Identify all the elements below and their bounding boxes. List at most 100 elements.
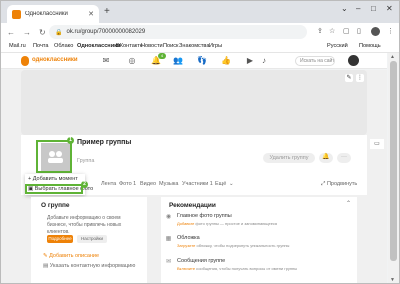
scroll-up-icon[interactable]: ▲	[390, 54, 395, 60]
new-tab-button[interactable]: +	[104, 6, 110, 17]
ok-logo-text[interactable]: одноклассники	[32, 57, 78, 63]
profile-avatar[interactable]	[371, 27, 380, 36]
bookmark-cloud[interactable]: Облако	[54, 43, 73, 49]
messages-icon[interactable]: ✉	[101, 56, 111, 66]
bookmark-news[interactable]: Новости	[141, 43, 163, 49]
maximize-button[interactable]: □	[371, 4, 376, 13]
rec-main-photo-title[interactable]: Главное фото группы	[177, 213, 232, 219]
add-description-label: Добавить описание	[49, 253, 100, 259]
rec-messages-title[interactable]: Сообщения группе	[177, 258, 225, 264]
bookmark-search[interactable]: Поиск	[163, 43, 179, 49]
annotation-1: 1	[67, 137, 74, 144]
group-more-button[interactable]: ···	[337, 153, 351, 163]
group-type: Группа	[77, 158, 95, 164]
menu-add-moment[interactable]: + Добавить момент	[28, 176, 78, 182]
group-action-button[interactable]: Удалить группу	[263, 153, 315, 163]
recommendations-title: Рекомендации	[169, 202, 216, 209]
rec-cover-desc: Загрузите обложку, чтобы подчеркнуть уни…	[177, 243, 289, 248]
rec-messages-desc: Включите сообщения, чтобы получать вопро…	[177, 266, 297, 271]
friends-icon[interactable]: 👥	[173, 56, 183, 66]
about-title: О группе	[41, 202, 70, 209]
cover-edit-icon[interactable]: ✎	[345, 74, 353, 82]
discussions-icon[interactable]: ◎	[127, 56, 137, 66]
cover-menu-icon[interactable]: ⋮	[356, 74, 364, 82]
group-name: Пример группы	[77, 139, 132, 146]
promote-link[interactable]: ⤢ Продвинуть	[321, 181, 357, 188]
ok-header: одноклассники ✉ ◎ 🔔 4 👥 👣 👍 ▶ ♪ Искать н…	[1, 53, 387, 69]
back-icon[interactable]: ←	[7, 28, 15, 37]
user-avatar[interactable]	[348, 55, 359, 66]
rec-cover-desc-text: обложку, чтобы подчеркнуть уникальность …	[195, 243, 290, 248]
minimize-button[interactable]: –	[356, 4, 360, 13]
close-window-button[interactable]: ✕	[386, 4, 393, 13]
bookmarks-bar: Mail.ru Почта Облако Одноклассники ВКонт…	[1, 41, 399, 53]
promote-label: Продвинуть	[326, 181, 358, 187]
add-description-link[interactable]: ✎ Добавить описание	[43, 253, 99, 259]
scroll-down-icon[interactable]: ▼	[390, 277, 395, 283]
rec-messages-desc-text: сообщения, чтобы получать вопросы от име…	[195, 266, 298, 271]
language-select[interactable]: Русский	[327, 43, 348, 49]
browser-window: Одноклассники ✕ + ⌄ – □ ✕ ← → ↻ 🔒 ok.ru/…	[0, 0, 400, 284]
highlight-menu-item	[25, 184, 83, 194]
message-icon: ✉	[165, 259, 172, 265]
bookmark-vk[interactable]: ВКонтакте	[116, 43, 143, 49]
about-text: Добавьте информацию о своем бизнесе, что…	[47, 215, 122, 235]
site-search-input[interactable]: Искать на сайте	[295, 56, 335, 66]
bookmark-mailru[interactable]: Mail.ru	[9, 43, 26, 49]
cover-icon: ▦	[165, 236, 172, 242]
add-contacts-label: Указать контактную информацию	[49, 263, 136, 269]
notifications-badge: 4	[158, 53, 166, 59]
tab-music[interactable]: Музыка	[159, 181, 178, 187]
bookmark-mail[interactable]: Почта	[33, 43, 49, 49]
about-details-button[interactable]: Подробнее	[47, 235, 73, 243]
star-icon[interactable]: ☆	[329, 27, 335, 35]
rec-main-photo-desc: Добавьте фото группы — простое и запомин…	[177, 221, 277, 226]
address-bar[interactable]: 🔒 ok.ru/group/70000000082029	[49, 25, 307, 39]
tab-strip: Одноклассники ✕ + ⌄ – □ ✕	[1, 1, 399, 23]
tab-more[interactable]: Ещё	[215, 181, 226, 187]
add-contacts-link[interactable]: ▤ Указать контактную информацию	[43, 263, 135, 269]
rec-main-photo-action[interactable]: Добавьте	[177, 221, 194, 226]
bookmark-games[interactable]: Игры	[209, 43, 222, 49]
extensions-icon[interactable]: ▢	[343, 27, 350, 35]
tab-feed[interactable]: Лента	[101, 181, 116, 187]
tab-more-chevron-icon[interactable]: ⌄	[229, 181, 234, 187]
tab-photos[interactable]: Фото 1	[119, 181, 136, 187]
likes-icon[interactable]: 👍	[221, 56, 231, 66]
video-icon[interactable]: ▶	[245, 56, 255, 66]
menu-add-moment-label: Добавить момент	[32, 176, 78, 182]
reload-icon[interactable]: ↻	[39, 28, 46, 37]
side-action-button[interactable]: ▭	[370, 139, 384, 149]
ok-logo-icon[interactable]	[21, 56, 29, 66]
rec-cover-action[interactable]: Загрузите	[177, 243, 195, 248]
tab-videos[interactable]: Видео	[140, 181, 156, 187]
menu-kebab-icon[interactable]: ⋮	[387, 27, 394, 35]
group-cover: ✎ ⋮	[21, 70, 367, 135]
scrollbar-thumb[interactable]	[390, 61, 397, 261]
guests-icon[interactable]: 👣	[197, 56, 207, 66]
sidepanel-icon[interactable]: ▯	[357, 27, 361, 35]
rec-messages-action[interactable]: Включите	[177, 266, 195, 271]
rec-cover-title[interactable]: Обложка	[177, 235, 200, 241]
photo-icon: ◉	[165, 214, 172, 220]
bookmark-dating[interactable]: Знакомства	[179, 43, 209, 49]
lock-icon: 🔒	[55, 29, 63, 36]
ok-favicon-icon	[12, 9, 21, 19]
bookmark-ok[interactable]: Одноклассники	[77, 43, 120, 49]
url-text: ok.ru/group/70000000082029	[66, 29, 146, 35]
collapse-chevron-icon[interactable]: ⌃	[346, 200, 351, 207]
annotation-2: 2	[81, 181, 88, 188]
about-settings-button[interactable]: Настройки	[77, 235, 107, 243]
tab-search-icon[interactable]: ⌄	[341, 4, 348, 13]
tab-title: Одноклассники	[25, 11, 68, 17]
rec-main-photo-desc-text: фото группы — простое и запоминающееся	[194, 221, 278, 226]
group-notify-button[interactable]: 🔔	[319, 153, 333, 163]
help-link[interactable]: Помощь	[359, 43, 381, 49]
browser-toolbar: ← → ↻ 🔒 ok.ru/group/70000000082029 ⇪ ☆ ▢…	[1, 23, 399, 41]
browser-tab[interactable]: Одноклассники ✕	[7, 5, 99, 23]
tab-members[interactable]: Участники 1	[182, 181, 213, 187]
music-icon[interactable]: ♪	[259, 56, 269, 66]
tab-close-icon[interactable]: ✕	[88, 10, 94, 18]
share-icon[interactable]: ⇪	[317, 27, 323, 35]
forward-icon[interactable]: →	[23, 28, 31, 37]
